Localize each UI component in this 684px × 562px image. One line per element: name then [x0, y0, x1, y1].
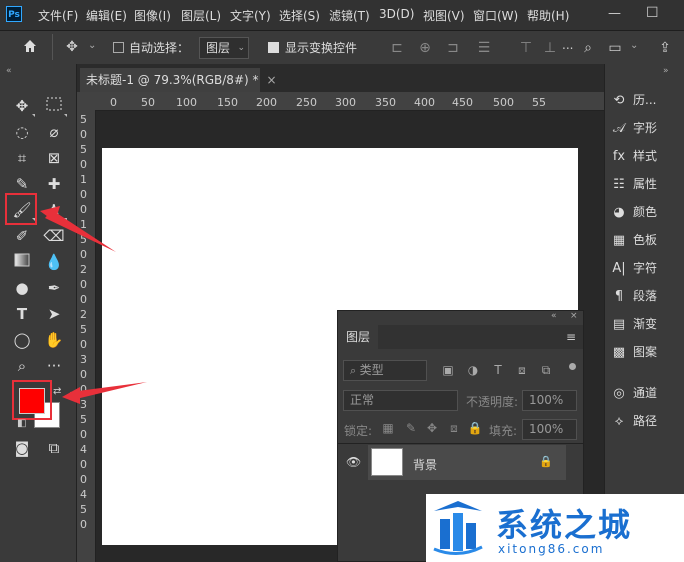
- watermark: 系统之城 xitong86.com: [426, 494, 684, 562]
- watermark-logo: [433, 501, 483, 555]
- watermark-title: 系统之城: [496, 506, 633, 544]
- annotation-arrows: [40, 206, 147, 404]
- arrow-to-color: [70, 382, 147, 400]
- watermark-url: xitong86.com: [498, 542, 605, 556]
- arrow-head-color: [62, 387, 80, 404]
